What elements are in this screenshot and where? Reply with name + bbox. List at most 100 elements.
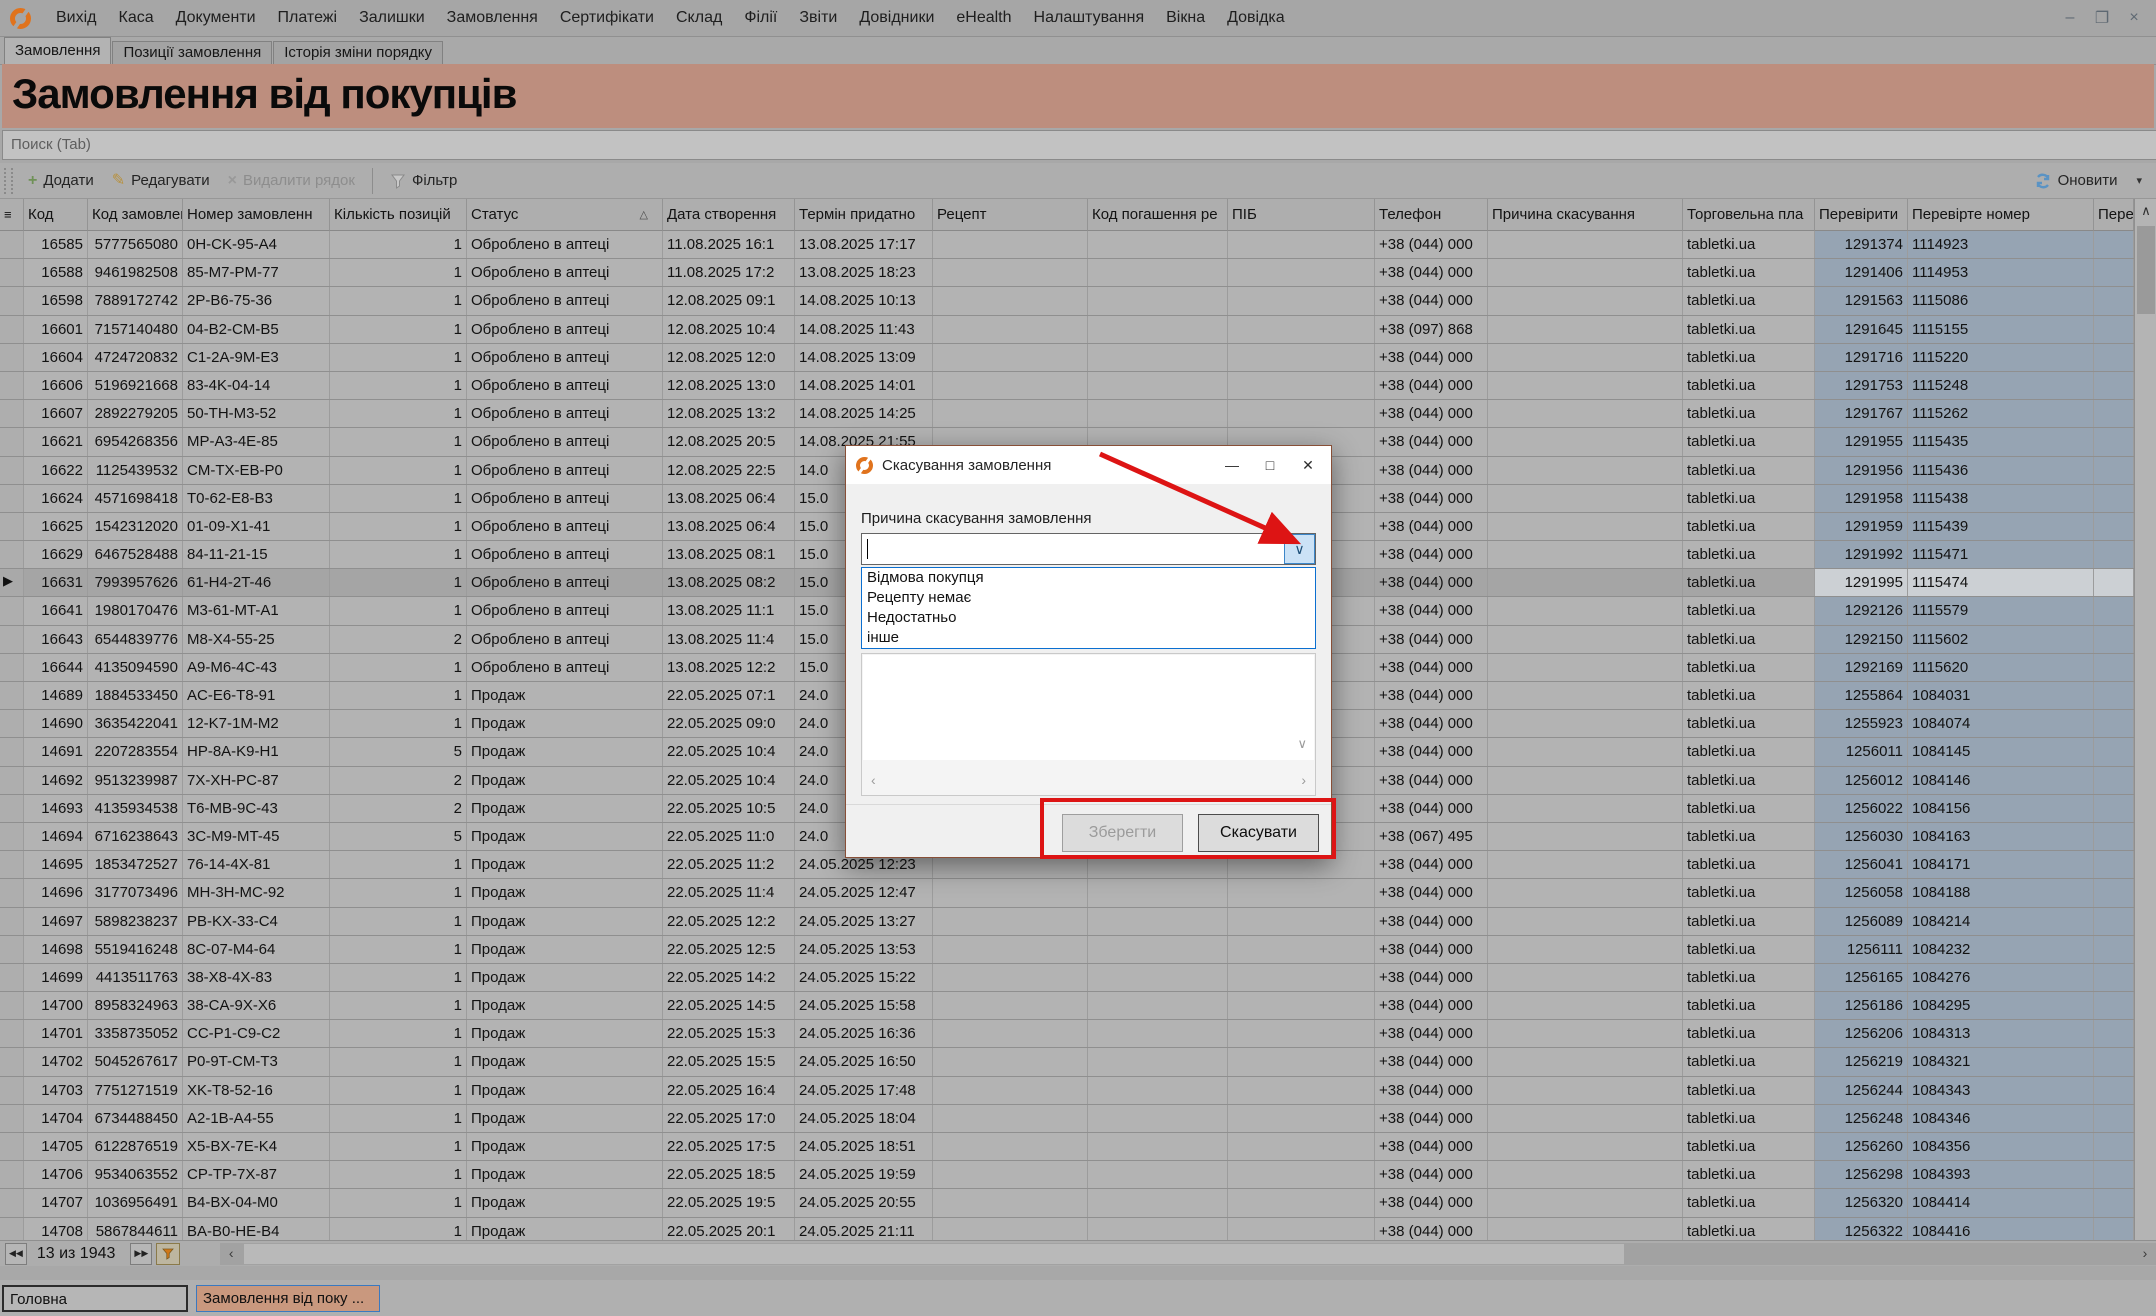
cell[interactable]: CM-TX-EB-P0: [183, 457, 330, 484]
cell[interactable]: 76-14-4X-81: [183, 851, 330, 878]
menu-item-3[interactable]: Документи: [165, 9, 267, 27]
cell[interactable]: 3C-M9-MT-45: [183, 823, 330, 850]
cell[interactable]: [1088, 1020, 1228, 1047]
row-selector-cell[interactable]: [0, 400, 24, 427]
cell[interactable]: [2094, 597, 2134, 624]
cell[interactable]: 14691: [24, 738, 88, 765]
cell[interactable]: [1488, 851, 1683, 878]
grid-horizontal-scrollbar[interactable]: ‹ ›: [220, 1243, 2156, 1265]
table-row[interactable]: 166044724720832C1-2A-9M-E31Оброблено в а…: [0, 344, 2134, 372]
cell[interactable]: [933, 879, 1088, 906]
cell[interactable]: [1088, 964, 1228, 991]
cell[interactable]: 1255864: [1815, 682, 1908, 709]
cell[interactable]: Продаж: [467, 1218, 663, 1240]
column-header-2[interactable]: Код замовлен: [88, 199, 183, 231]
cell[interactable]: [2094, 400, 2134, 427]
column-header-4[interactable]: Кількість позицій: [330, 199, 467, 231]
cell[interactable]: 1115155: [1908, 316, 2094, 343]
row-selector-cell[interactable]: [0, 738, 24, 765]
cell[interactable]: MP-A3-4E-85: [183, 428, 330, 455]
column-header-8[interactable]: Рецепт: [933, 199, 1088, 231]
cell[interactable]: T0-62-E8-B3: [183, 485, 330, 512]
cell[interactable]: 12-K7-1M-M2: [183, 710, 330, 737]
cell[interactable]: [1228, 936, 1375, 963]
menu-item-10[interactable]: Звіти: [788, 9, 848, 27]
cell[interactable]: [2094, 879, 2134, 906]
memo-text-area[interactable]: [863, 655, 1314, 760]
cell[interactable]: [1088, 344, 1228, 371]
cell[interactable]: +38 (044) 000: [1375, 457, 1488, 484]
cell[interactable]: Продаж: [467, 1189, 663, 1216]
cell[interactable]: 24.05.2025 13:53: [795, 936, 933, 963]
cell[interactable]: 1084171: [1908, 851, 2094, 878]
cell[interactable]: 4413511763: [88, 964, 183, 991]
cell[interactable]: [2094, 569, 2134, 596]
cell[interactable]: 22.05.2025 14:2: [663, 964, 795, 991]
cell[interactable]: A2-1B-A4-55: [183, 1105, 330, 1132]
cell[interactable]: 1291992: [1815, 541, 1908, 568]
cell[interactable]: 12.08.2025 09:1: [663, 287, 795, 314]
tab-3[interactable]: Історія зміни порядку: [273, 41, 443, 64]
cell[interactable]: [933, 344, 1088, 371]
cell[interactable]: tabletki.ua: [1683, 1161, 1815, 1188]
cell[interactable]: 1292150: [1815, 626, 1908, 653]
row-selector-cell[interactable]: [0, 1161, 24, 1188]
cell[interactable]: 22.05.2025 17:0: [663, 1105, 795, 1132]
cell[interactable]: 14700: [24, 992, 88, 1019]
cell[interactable]: [1228, 316, 1375, 343]
cell[interactable]: 12.08.2025 20:5: [663, 428, 795, 455]
cell[interactable]: [2094, 1161, 2134, 1188]
search-input[interactable]: Поиск (Tab): [2, 130, 2156, 160]
cell[interactable]: +38 (044) 000: [1375, 1133, 1488, 1160]
cell[interactable]: [1228, 879, 1375, 906]
cell[interactable]: 1115620: [1908, 654, 2094, 681]
cell[interactable]: 1256011: [1815, 738, 1908, 765]
cell[interactable]: 1256041: [1815, 851, 1908, 878]
home-window-button[interactable]: Головна: [2, 1285, 188, 1312]
cell[interactable]: [1488, 964, 1683, 991]
row-selector-cell[interactable]: [0, 316, 24, 343]
cell[interactable]: 22.05.2025 15:5: [663, 1048, 795, 1075]
cell[interactable]: 7X-XH-PC-87: [183, 767, 330, 794]
cell[interactable]: [1088, 287, 1228, 314]
cell[interactable]: 1084343: [1908, 1077, 2094, 1104]
cell[interactable]: 14696: [24, 879, 88, 906]
cell[interactable]: 5898238237: [88, 908, 183, 935]
cell[interactable]: 16622: [24, 457, 88, 484]
cell[interactable]: 1084145: [1908, 738, 2094, 765]
cell[interactable]: [1488, 344, 1683, 371]
cell[interactable]: 1291753: [1815, 372, 1908, 399]
cell[interactable]: 1292169: [1815, 654, 1908, 681]
cell[interactable]: 1291406: [1815, 259, 1908, 286]
cell[interactable]: 4724720832: [88, 344, 183, 371]
cell[interactable]: [2094, 1020, 2134, 1047]
column-header-9[interactable]: Код погашення ре: [1088, 199, 1228, 231]
grid-vertical-scrollbar[interactable]: ∧: [2134, 199, 2156, 1240]
cell[interactable]: [2094, 738, 2134, 765]
cell[interactable]: tabletki.ua: [1683, 400, 1815, 427]
cell[interactable]: 5867844611: [88, 1218, 183, 1240]
table-row[interactable]: 147085867844611BA-B0-HE-B41Продаж22.05.2…: [0, 1218, 2134, 1240]
cell[interactable]: 1084074: [1908, 710, 2094, 737]
cell[interactable]: 5: [330, 823, 467, 850]
cell[interactable]: 6467528488: [88, 541, 183, 568]
cell[interactable]: +38 (044) 000: [1375, 485, 1488, 512]
cell[interactable]: Оброблено в аптеці: [467, 457, 663, 484]
cell[interactable]: 6734488450: [88, 1105, 183, 1132]
cell[interactable]: tabletki.ua: [1683, 710, 1815, 737]
cell[interactable]: 2: [330, 626, 467, 653]
row-selector-cell[interactable]: [0, 1189, 24, 1216]
pager-filter-button[interactable]: [156, 1243, 180, 1265]
menu-item-6[interactable]: Замовлення: [436, 9, 549, 27]
cell[interactable]: 14697: [24, 908, 88, 935]
cell[interactable]: [1488, 372, 1683, 399]
cell[interactable]: [1228, 400, 1375, 427]
cell[interactable]: 2892279205: [88, 400, 183, 427]
menu-item-7[interactable]: Сертифікати: [549, 9, 665, 27]
cell[interactable]: 1255923: [1815, 710, 1908, 737]
cell[interactable]: 22.05.2025 15:3: [663, 1020, 795, 1047]
table-row[interactable]: 16607289227920550-TH-M3-521Оброблено в а…: [0, 400, 2134, 428]
dropdown-option-1[interactable]: Відмова покупця: [862, 568, 1315, 588]
cell[interactable]: 14.08.2025 14:25: [795, 400, 933, 427]
cell[interactable]: [933, 1218, 1088, 1240]
